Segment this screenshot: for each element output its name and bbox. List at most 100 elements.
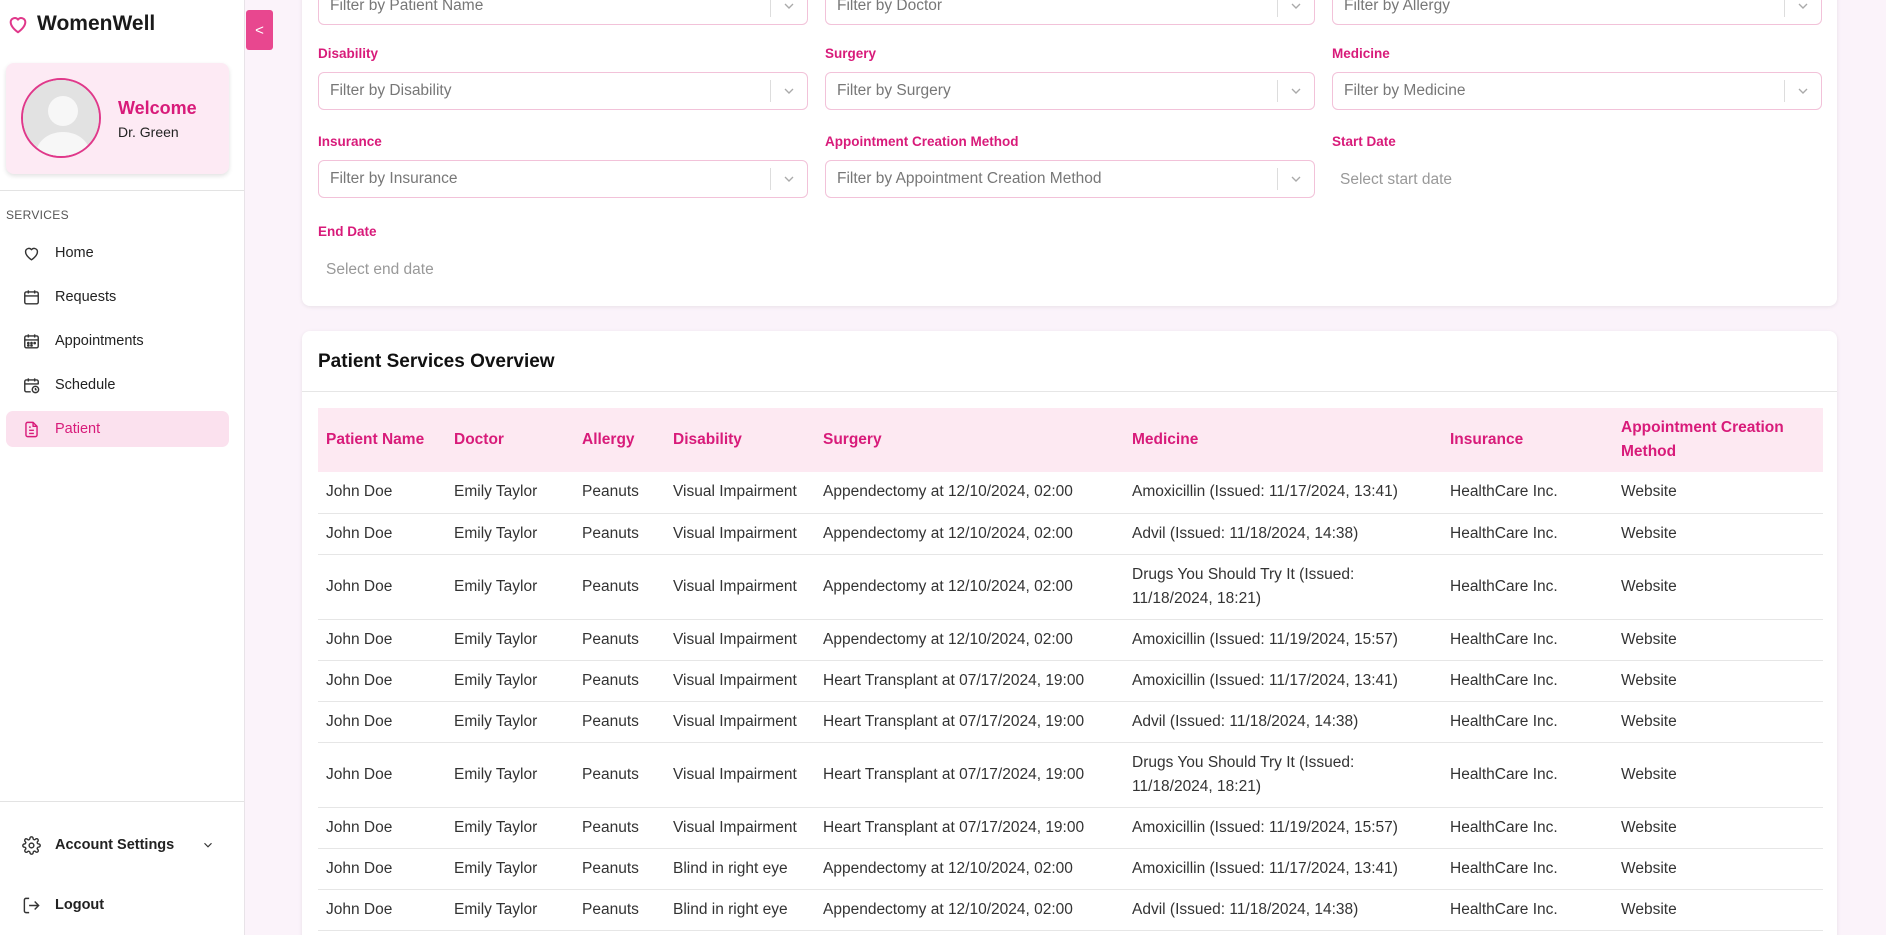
insurance-filter-placeholder: Filter by Insurance bbox=[330, 170, 458, 187]
table-cell: Amoxicillin (Issued: 11/17/2024, 13:41) bbox=[1124, 660, 1442, 702]
insurance-filter[interactable]: Filter by Insurance bbox=[318, 160, 808, 198]
sidebar-item-home[interactable]: Home bbox=[6, 235, 229, 271]
patient-name-filter[interactable]: Filter by Patient Name bbox=[318, 0, 808, 25]
table-cell: Website bbox=[1613, 807, 1823, 849]
table-cell: Website bbox=[1613, 742, 1823, 808]
table-cell: Emily Taylor bbox=[446, 848, 574, 890]
sidebar-item-label: Requests bbox=[55, 289, 117, 305]
services-section-label: SERVICES bbox=[6, 208, 69, 222]
sidebar-item-label: Schedule bbox=[55, 377, 116, 393]
table-cell: John Doe bbox=[318, 889, 446, 931]
sidebar-item-label: Appointments bbox=[55, 333, 144, 349]
user-placeholder-icon bbox=[23, 80, 99, 156]
table-row[interactable]: John Doe Emily Taylor Peanuts Visual Impair… bbox=[318, 701, 1823, 743]
column-header[interactable]: Medicine bbox=[1124, 408, 1442, 472]
table-cell: Visual Impairment bbox=[665, 619, 815, 661]
table-cell: Peanuts bbox=[574, 701, 665, 743]
surgery-label: Surgery bbox=[825, 46, 877, 61]
collapse-sidebar-button[interactable]: < bbox=[246, 10, 273, 50]
start-date-input[interactable]: Select start date bbox=[1340, 171, 1452, 189]
table-cell: John Doe bbox=[318, 472, 446, 514]
table-cell: John Doe bbox=[318, 742, 446, 808]
table-cell: Appendectomy at 12/10/2024, 02:00 bbox=[815, 619, 1124, 661]
table-cell: Appendectomy at 12/10/2024, 02:00 bbox=[815, 889, 1124, 931]
table-cell: Emily Taylor bbox=[446, 554, 574, 620]
table-row[interactable]: John Doe Emily Taylor Peanuts Visual Impair… bbox=[318, 742, 1823, 808]
creation-method-filter[interactable]: Filter by Appointment Creation Method bbox=[825, 160, 1315, 198]
table-cell: Website bbox=[1613, 701, 1823, 743]
table-cell: John Doe bbox=[318, 554, 446, 620]
table-cell: Appendectomy at 12/10/2024, 02:00 bbox=[815, 513, 1124, 555]
chevron-down-icon bbox=[771, 83, 807, 99]
table-cell: Emily Taylor bbox=[446, 619, 574, 661]
table-cell: Blind in right eye bbox=[665, 889, 815, 931]
table-cell: John Doe bbox=[318, 619, 446, 661]
avatar bbox=[21, 78, 101, 158]
medicine-filter[interactable]: Filter by Medicine bbox=[1332, 72, 1822, 110]
table-cell: Heart Transplant at 07/17/2024, 19:00 bbox=[815, 742, 1124, 808]
chevron-down-icon bbox=[1278, 83, 1314, 99]
table-cell: John Doe bbox=[318, 848, 446, 890]
creation-method-label: Appointment Creation Method bbox=[825, 134, 1019, 149]
table-cell: HealthCare Inc. bbox=[1442, 848, 1613, 890]
filter-panel: Filter by Patient Name Filter by Doctor … bbox=[302, 0, 1837, 306]
table-cell: John Doe bbox=[318, 660, 446, 702]
sidebar-item-schedule[interactable]: Schedule bbox=[6, 367, 229, 403]
table-row[interactable]: John Doe Emily Taylor Peanuts Blind in righ… bbox=[318, 848, 1823, 890]
column-header[interactable]: Insurance bbox=[1442, 408, 1613, 472]
calendar-clock-icon bbox=[24, 377, 40, 393]
table-row[interactable]: John Doe Emily Taylor Peanuts Visual Impair… bbox=[318, 807, 1823, 849]
table-cell: Emily Taylor bbox=[446, 513, 574, 555]
patient-name-filter-placeholder: Filter by Patient Name bbox=[330, 0, 484, 14]
table-cell: Amoxicillin (Issued: 11/19/2024, 15:57) bbox=[1124, 619, 1442, 661]
table-cell: Amoxicillin (Issued: 11/19/2024, 15:57) bbox=[1124, 807, 1442, 849]
table-row[interactable]: John Doe Emily Taylor Peanuts Blind in righ… bbox=[318, 889, 1823, 931]
table-cell: Visual Impairment bbox=[665, 554, 815, 620]
column-header[interactable]: Surgery bbox=[815, 408, 1124, 472]
account-settings-button[interactable]: Account Settings bbox=[6, 827, 229, 863]
disability-filter[interactable]: Filter by Disability bbox=[318, 72, 808, 110]
insurance-label: Insurance bbox=[318, 134, 382, 149]
table-cell: HealthCare Inc. bbox=[1442, 807, 1613, 849]
sidebar-item-patient[interactable]: Patient bbox=[6, 411, 229, 447]
creation-method-filter-placeholder: Filter by Appointment Creation Method bbox=[837, 170, 1102, 187]
logout-label: Logout bbox=[55, 897, 105, 913]
table-cell: HealthCare Inc. bbox=[1442, 619, 1613, 661]
calendar-icon bbox=[24, 289, 39, 305]
table-cell: Emily Taylor bbox=[446, 742, 574, 808]
table-row[interactable]: John Doe Emily Taylor Peanuts Visual Impair… bbox=[318, 472, 1823, 514]
welcome-text: Welcome bbox=[118, 98, 197, 118]
column-header[interactable]: Appointment Creation Method bbox=[1613, 408, 1823, 472]
column-header[interactable]: Allergy bbox=[574, 408, 665, 472]
allergy-filter[interactable]: Filter by Allergy bbox=[1332, 0, 1822, 25]
table-row[interactable]: John Doe Emily Taylor Peanuts Visual Impair… bbox=[318, 513, 1823, 555]
table-cell: Peanuts bbox=[574, 619, 665, 661]
column-header[interactable]: Patient Name bbox=[318, 408, 446, 472]
end-date-input[interactable]: Select end date bbox=[326, 261, 434, 279]
brand[interactable]: WomenWell bbox=[7, 12, 155, 36]
table-cell: Appendectomy at 12/10/2024, 02:00 bbox=[815, 848, 1124, 890]
table-cell: Peanuts bbox=[574, 472, 665, 514]
logout-icon bbox=[23, 897, 40, 913]
table-cell: Website bbox=[1613, 660, 1823, 702]
table-cell: John Doe bbox=[318, 807, 446, 849]
logout-button[interactable]: Logout bbox=[6, 887, 229, 923]
table-cell: Visual Impairment bbox=[665, 807, 815, 849]
gear-icon bbox=[22, 835, 41, 855]
table-cell: Peanuts bbox=[574, 742, 665, 808]
sidebar-item-appointments[interactable]: Appointments bbox=[6, 323, 229, 359]
column-header[interactable]: Doctor bbox=[446, 408, 574, 472]
sidebar-item-requests[interactable]: Requests bbox=[6, 279, 229, 315]
doctor-filter[interactable]: Filter by Doctor bbox=[825, 0, 1315, 25]
table-cell: Visual Impairment bbox=[665, 701, 815, 743]
table-row[interactable]: John Doe Emily Taylor Peanuts Visual Impair… bbox=[318, 660, 1823, 702]
brand-name: WomenWell bbox=[37, 12, 156, 35]
surgery-filter[interactable]: Filter by Surgery bbox=[825, 72, 1315, 110]
table-cell: Emily Taylor bbox=[446, 472, 574, 514]
chevron-down-icon bbox=[1785, 83, 1821, 99]
table-row[interactable]: John Doe Emily Taylor Peanuts Visual Impair… bbox=[318, 619, 1823, 661]
table-cell: Advil (Issued: 11/18/2024, 14:38) bbox=[1124, 701, 1442, 743]
table-row[interactable]: John Doe Emily Taylor Peanuts Visual Impair… bbox=[318, 554, 1823, 620]
column-header[interactable]: Disability bbox=[665, 408, 815, 472]
table-cell: Website bbox=[1613, 619, 1823, 661]
